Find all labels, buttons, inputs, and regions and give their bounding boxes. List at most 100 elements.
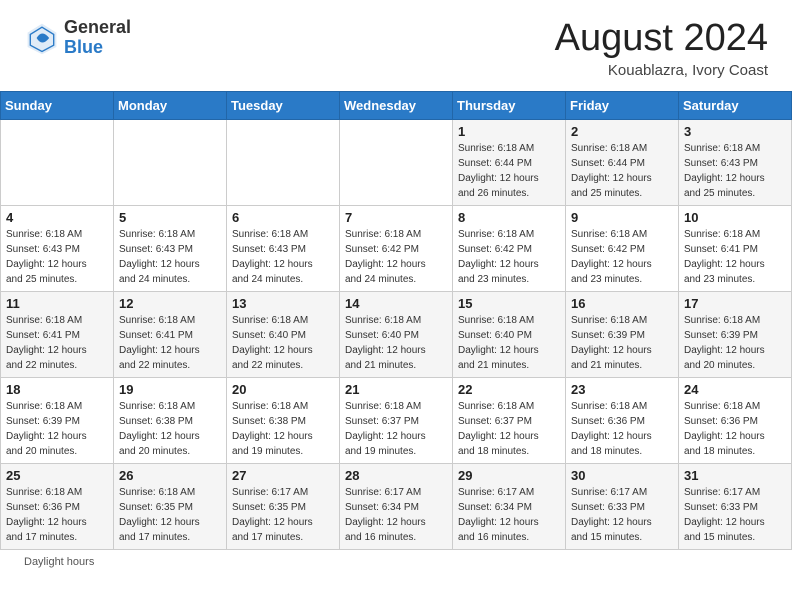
day-number: 1 — [458, 124, 560, 139]
day-info: Sunrise: 6:18 AM Sunset: 6:40 PM Dayligh… — [458, 313, 560, 373]
day-info: Sunrise: 6:18 AM Sunset: 6:39 PM Dayligh… — [6, 399, 108, 459]
calendar-cell: 4Sunrise: 6:18 AM Sunset: 6:43 PM Daylig… — [1, 205, 114, 291]
calendar-cell — [1, 119, 114, 205]
day-number: 2 — [571, 124, 673, 139]
calendar-header-saturday: Saturday — [679, 91, 792, 119]
day-number: 22 — [458, 382, 560, 397]
calendar-header-friday: Friday — [566, 91, 679, 119]
day-info: Sunrise: 6:18 AM Sunset: 6:42 PM Dayligh… — [571, 227, 673, 287]
logo-text: General Blue — [64, 18, 131, 58]
calendar-cell — [114, 119, 227, 205]
day-number: 24 — [684, 382, 786, 397]
calendar-cell: 19 Sunrise: 6:18 AM Sunset: 6:38 PM Dayli… — [114, 377, 227, 463]
day-number: 11 — [6, 296, 108, 311]
calendar-cell: 31 Sunrise: 6:17 AM Sunset: 6:33 PM Dayli… — [679, 463, 792, 549]
day-info: Sunrise: 6:18 AM Sunset: 6:36 PM Dayligh… — [571, 399, 673, 459]
calendar-cell: 26 Sunrise: 6:18 AM Sunset: 6:35 PM Dayli… — [114, 463, 227, 549]
day-info: Sunrise: 6:18 AM Sunset: 6:39 PM Dayligh… — [684, 313, 786, 373]
day-info: Sunrise: 6:18 AM Sunset: 6:40 PM Dayligh… — [232, 313, 334, 373]
day-info: Sunrise: 6:18 AM Sunset: 6:41 PM Dayligh… — [684, 227, 786, 287]
calendar-cell: 3 Sunrise: 6:18 AM Sunset: 6:43 PM Daylig… — [679, 119, 792, 205]
day-number: 16 — [571, 296, 673, 311]
calendar-cell: 12Sunrise: 6:18 AM Sunset: 6:41 PM Dayli… — [114, 291, 227, 377]
calendar-cell: 29Sunrise: 6:17 AM Sunset: 6:34 PM Dayli… — [453, 463, 566, 549]
calendar-header-row: SundayMondayTuesdayWednesdayThursdayFrid… — [1, 91, 792, 119]
day-number: 15 — [458, 296, 560, 311]
day-number: 28 — [345, 468, 447, 483]
logo-blue: Blue — [64, 38, 131, 58]
calendar-cell: 11 Sunrise: 6:18 AM Sunset: 6:41 PM Dayli… — [1, 291, 114, 377]
calendar-cell: 18Sunrise: 6:18 AM Sunset: 6:39 PM Dayli… — [1, 377, 114, 463]
calendar-cell: 10 Sunrise: 6:18 AM Sunset: 6:41 PM Dayli… — [679, 205, 792, 291]
day-info: Sunrise: 6:18 AM Sunset: 6:44 PM Dayligh… — [458, 141, 560, 201]
day-info: Sunrise: 6:18 AM Sunset: 6:35 PM Dayligh… — [119, 485, 221, 545]
footer-note: Daylight hours — [0, 550, 792, 574]
day-number: 21 — [345, 382, 447, 397]
calendar-cell: 9 Sunrise: 6:18 AM Sunset: 6:42 PM Daylig… — [566, 205, 679, 291]
calendar-cell: 17 Sunrise: 6:18 AM Sunset: 6:39 PM Dayli… — [679, 291, 792, 377]
day-info: Sunrise: 6:18 AM Sunset: 6:43 PM Dayligh… — [232, 227, 334, 287]
day-number: 3 — [684, 124, 786, 139]
calendar-header-thursday: Thursday — [453, 91, 566, 119]
calendar-cell: 1 Sunrise: 6:18 AM Sunset: 6:44 PM Daylig… — [453, 119, 566, 205]
day-number: 30 — [571, 468, 673, 483]
day-info: Sunrise: 6:18 AM Sunset: 6:43 PM Dayligh… — [6, 227, 108, 287]
day-info: Sunrise: 6:18 AM Sunset: 6:36 PM Dayligh… — [6, 485, 108, 545]
calendar-week-4: 18Sunrise: 6:18 AM Sunset: 6:39 PM Dayli… — [1, 377, 792, 463]
calendar-cell: 28 Sunrise: 6:17 AM Sunset: 6:34 PM Dayli… — [340, 463, 453, 549]
calendar-header-wednesday: Wednesday — [340, 91, 453, 119]
day-number: 27 — [232, 468, 334, 483]
calendar-cell: 21 Sunrise: 6:18 AM Sunset: 6:37 PM Dayli… — [340, 377, 453, 463]
calendar-cell: 22Sunrise: 6:18 AM Sunset: 6:37 PM Dayli… — [453, 377, 566, 463]
day-number: 9 — [571, 210, 673, 225]
day-info: Sunrise: 6:18 AM Sunset: 6:44 PM Dayligh… — [571, 141, 673, 201]
calendar-week-2: 4Sunrise: 6:18 AM Sunset: 6:43 PM Daylig… — [1, 205, 792, 291]
day-number: 20 — [232, 382, 334, 397]
footer-note-text: Daylight hours — [24, 556, 94, 568]
day-info: Sunrise: 6:17 AM Sunset: 6:35 PM Dayligh… — [232, 485, 334, 545]
day-info: Sunrise: 6:17 AM Sunset: 6:33 PM Dayligh… — [684, 485, 786, 545]
calendar-header-sunday: Sunday — [1, 91, 114, 119]
day-info: Sunrise: 6:18 AM Sunset: 6:42 PM Dayligh… — [345, 227, 447, 287]
calendar-cell: 25Sunrise: 6:18 AM Sunset: 6:36 PM Dayli… — [1, 463, 114, 549]
day-info: Sunrise: 6:18 AM Sunset: 6:37 PM Dayligh… — [345, 399, 447, 459]
day-number: 26 — [119, 468, 221, 483]
calendar-cell: 20 Sunrise: 6:18 AM Sunset: 6:38 PM Dayli… — [227, 377, 340, 463]
day-number: 8 — [458, 210, 560, 225]
day-number: 7 — [345, 210, 447, 225]
day-info: Sunrise: 6:18 AM Sunset: 6:38 PM Dayligh… — [119, 399, 221, 459]
calendar-cell: 15 Sunrise: 6:18 AM Sunset: 6:40 PM Dayli… — [453, 291, 566, 377]
day-number: 23 — [571, 382, 673, 397]
day-number: 14 — [345, 296, 447, 311]
day-info: Sunrise: 6:18 AM Sunset: 6:41 PM Dayligh… — [119, 313, 221, 373]
calendar-cell: 27 Sunrise: 6:17 AM Sunset: 6:35 PM Dayli… — [227, 463, 340, 549]
calendar-subtitle: Kouablazra, Ivory Coast — [555, 62, 768, 79]
day-info: Sunrise: 6:18 AM Sunset: 6:41 PM Dayligh… — [6, 313, 108, 373]
day-number: 13 — [232, 296, 334, 311]
day-number: 19 — [119, 382, 221, 397]
day-info: Sunrise: 6:18 AM Sunset: 6:39 PM Dayligh… — [571, 313, 673, 373]
logo-icon — [24, 20, 60, 56]
day-number: 31 — [684, 468, 786, 483]
calendar-week-3: 11 Sunrise: 6:18 AM Sunset: 6:41 PM Dayli… — [1, 291, 792, 377]
day-number: 6 — [232, 210, 334, 225]
day-info: Sunrise: 6:18 AM Sunset: 6:43 PM Dayligh… — [684, 141, 786, 201]
calendar-header-monday: Monday — [114, 91, 227, 119]
day-info: Sunrise: 6:18 AM Sunset: 6:43 PM Dayligh… — [119, 227, 221, 287]
page-header: General Blue August 2024 Kouablazra, Ivo… — [0, 0, 792, 87]
day-number: 17 — [684, 296, 786, 311]
calendar-cell: 24 Sunrise: 6:18 AM Sunset: 6:36 PM Dayli… — [679, 377, 792, 463]
calendar-cell: 14 Sunrise: 6:18 AM Sunset: 6:40 PM Dayli… — [340, 291, 453, 377]
calendar-cell: 23 Sunrise: 6:18 AM Sunset: 6:36 PM Dayli… — [566, 377, 679, 463]
day-number: 10 — [684, 210, 786, 225]
day-info: Sunrise: 6:18 AM Sunset: 6:38 PM Dayligh… — [232, 399, 334, 459]
logo: General Blue — [24, 18, 131, 58]
day-info: Sunrise: 6:18 AM Sunset: 6:36 PM Dayligh… — [684, 399, 786, 459]
calendar-title: August 2024 — [555, 18, 768, 60]
logo-general: General — [64, 18, 131, 38]
calendar-cell: 30Sunrise: 6:17 AM Sunset: 6:33 PM Dayli… — [566, 463, 679, 549]
day-info: Sunrise: 6:17 AM Sunset: 6:34 PM Dayligh… — [345, 485, 447, 545]
day-info: Sunrise: 6:18 AM Sunset: 6:40 PM Dayligh… — [345, 313, 447, 373]
calendar-header-tuesday: Tuesday — [227, 91, 340, 119]
calendar-cell: 8Sunrise: 6:18 AM Sunset: 6:42 PM Daylig… — [453, 205, 566, 291]
